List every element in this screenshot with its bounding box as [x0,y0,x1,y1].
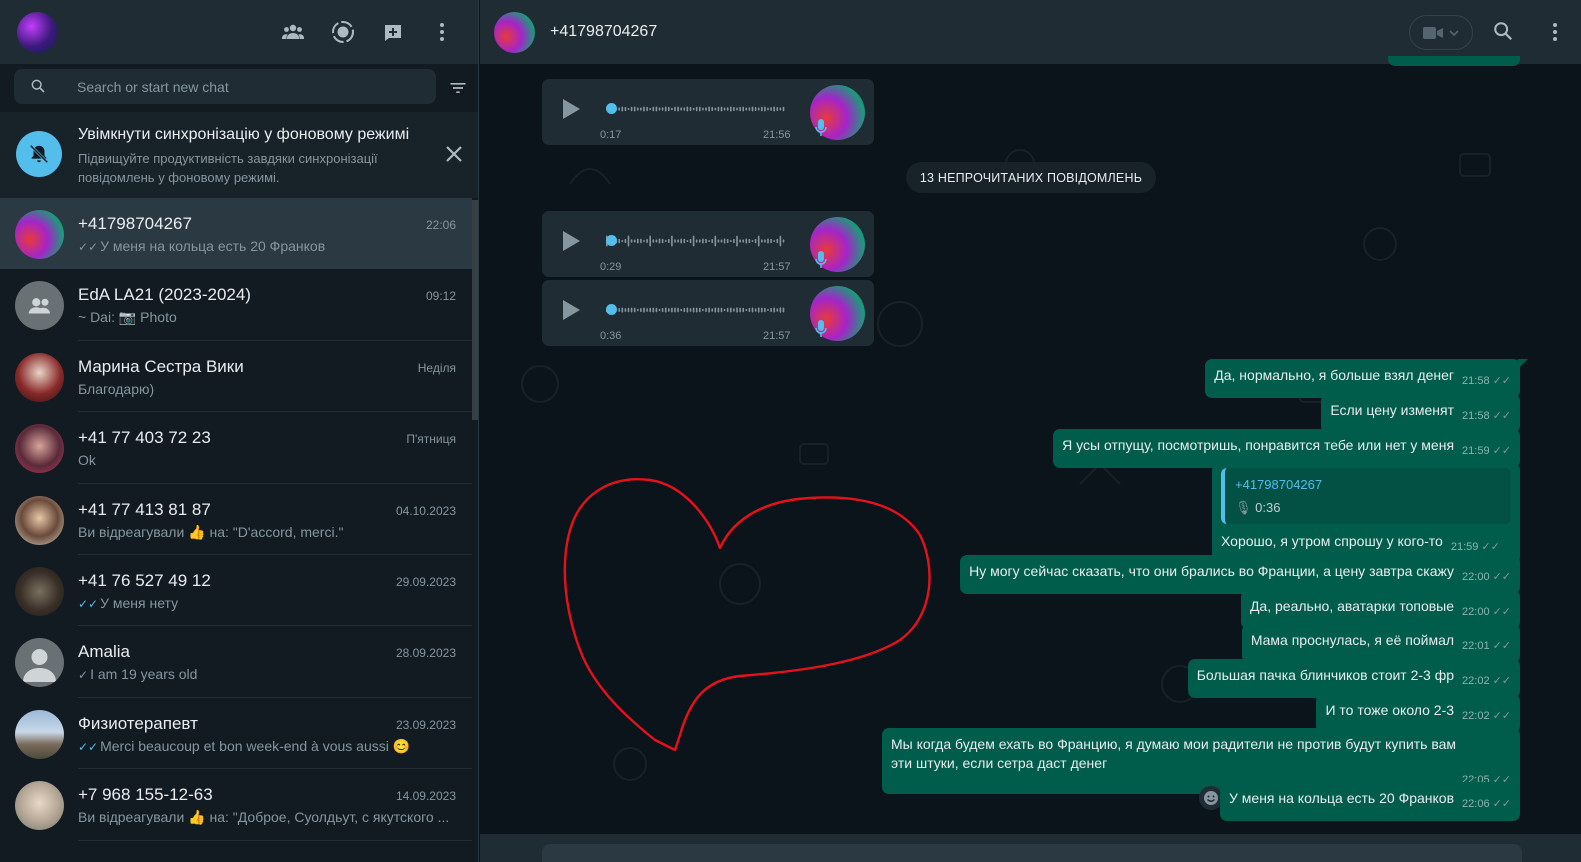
search-icon [31,79,45,93]
chat-time: П'ятниця [406,432,456,447]
whatsapp-window: Увімкнути синхронізацію у фоновому режим… [0,0,1581,862]
composer-bar [480,834,1581,862]
chat-item[interactable]: +41798704267 22:06 ✓✓ У меня на кольца ес… [0,198,472,270]
chat-name: +41 77 413 81 87 [78,499,211,519]
chat-name: +41 76 527 49 12 [78,570,211,590]
double-check-icon: ✓✓ [78,596,99,611]
chat-time: 09:12 [425,289,456,304]
contact-avatar [15,210,64,259]
new-chat-icon[interactable] [381,20,405,44]
divider [78,839,472,841]
chat-time: 14.09.2023 [395,789,456,804]
message-input[interactable] [542,844,1522,862]
chat-list-panel: Увімкнути синхронізацію у фоновому режим… [0,0,479,862]
chat-item[interactable]: EdA LA21 (2023-2024) 09:12 ~ Dai: 📷 Phot… [0,269,472,341]
filter-icon[interactable] [448,78,468,98]
chat-time: 29.09.2023 [395,574,456,589]
chat-preview: Благодарю) [78,380,155,397]
chat-list: +41798704267 22:06 ✓✓ У меня на кольца ес… [0,198,472,841]
chat-name: Amalia [78,642,130,662]
communities-icon[interactable] [281,20,305,44]
chat-preview: ✓ I am 19 years old [78,666,458,682]
double-check-icon: ✓✓ [78,739,99,754]
chat-preview: Ви відреагували 👍 на: "D'accord, merci." [78,523,344,540]
contact-avatar [15,352,64,402]
chat-item[interactable]: +41 77 403 72 23 П'ятниця Ok [0,412,472,484]
chat-time: 23.09.2023 [395,717,456,732]
chat-preview: ✓✓ У меня нету [78,595,458,611]
search-input[interactable] [77,69,417,104]
check-icon: ✓ [78,668,89,683]
default-avatar [15,638,64,688]
chat-time: 22:06 [425,218,456,232]
background-sync-banner[interactable]: Увімкнути синхронізацію у фоновому режим… [0,112,478,198]
chat-name: Физиотерапевт [78,713,198,733]
my-profile-avatar[interactable] [17,12,58,53]
close-icon[interactable] [445,145,463,163]
chat-item[interactable]: +7 968 155-12-63 14.09.2023 Ви відреагув… [0,769,472,841]
status-icon[interactable] [331,20,355,44]
banner-title: Увімкнути синхронізацію у фоновому режим… [78,126,410,143]
search-bar [0,64,478,112]
notification-off-icon [16,131,62,177]
chat-item[interactable]: +41 77 413 81 87 04.10.2023 Ви відреагув… [0,484,472,555]
chat-time: 04.10.2023 [395,503,456,518]
banner-description: Підвищуйте продуктивність завдяки синхро… [78,151,378,185]
chat-preview-text: Merci beaucoup et bon week-end à vous au… [100,737,411,754]
contact-avatar [15,709,64,759]
menu-icon[interactable] [430,20,454,44]
hand-drawn-heart-annotation [563,478,931,752]
chat-time: 28.09.2023 [395,646,456,661]
chat-name: +41798704267 [78,214,192,233]
group-avatar [15,281,64,331]
chat-preview: ~ Dai: 📷 Photo [78,309,177,326]
chat-preview-text: I am 19 years old [90,666,198,683]
chat-name: Марина Сестра Вики [78,356,244,376]
chat-time: Неділя [417,360,456,375]
chat-preview-text: У меня нету [100,594,179,611]
conversation-panel: +41798704267 0:17 21:56 13 НЕПРОЧИТАНИХ … [480,0,1581,862]
contact-avatar [15,424,64,474]
chat-preview: Ok [78,452,96,469]
left-header [0,0,478,64]
contact-avatar [15,495,64,545]
chat-item[interactable]: Физиотерапевт 23.09.2023 ✓✓ Merci beaucou… [0,698,472,770]
person-icon [23,649,56,683]
chat-preview: Ви відреагували 👍 на: "Доброе, Суолдьут,… [78,809,450,826]
chat-preview: ✓✓ Merci beaucoup et bon week-end à vous … [78,738,458,755]
contact-avatar [15,781,64,831]
contact-avatar [15,566,64,616]
group-icon [28,298,50,314]
chat-preview-text: У меня на кольца есть 20 Франков [100,238,326,254]
chat-item[interactable]: Amalia 28.09.2023 ✓ I am 19 years old [0,626,472,698]
chat-name: +41 77 403 72 23 [78,428,211,448]
double-check-icon: ✓✓ [78,240,99,254]
chat-preview: ✓✓ У меня на кольца есть 20 Франков [78,238,458,254]
chat-name: +7 968 155-12-63 [78,785,213,805]
chat-list-scrollbar[interactable] [472,200,478,420]
search-box [14,69,436,104]
chat-item[interactable]: Марина Сестра Вики Неділя Благодарю) [0,341,472,413]
chat-item[interactable]: +41 76 527 49 12 29.09.2023 ✓✓ У меня нет… [0,555,472,627]
chat-name: EdA LA21 (2023-2024) [78,285,251,305]
